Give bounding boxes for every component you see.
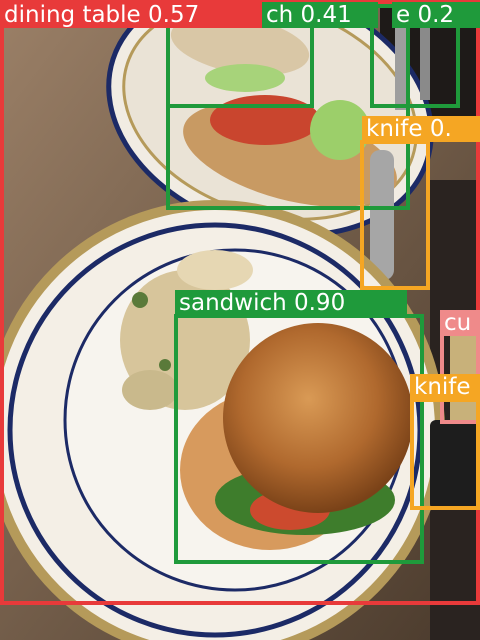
- label-sandwich-back: ch 0.41: [262, 2, 378, 28]
- label-cup: cu: [440, 310, 480, 336]
- knife-box-right: [410, 398, 480, 510]
- knife-box-middle: [360, 140, 430, 290]
- label-knife-back: e 0.2: [392, 2, 480, 28]
- label-knife-right: knife: [410, 374, 480, 400]
- label-sandwich-front: sandwich 0.90: [175, 290, 407, 316]
- label-knife-middle: knife 0.: [362, 116, 480, 142]
- label-dining-table: dining table 0.57: [0, 2, 270, 28]
- sandwich-box-front: [174, 314, 424, 564]
